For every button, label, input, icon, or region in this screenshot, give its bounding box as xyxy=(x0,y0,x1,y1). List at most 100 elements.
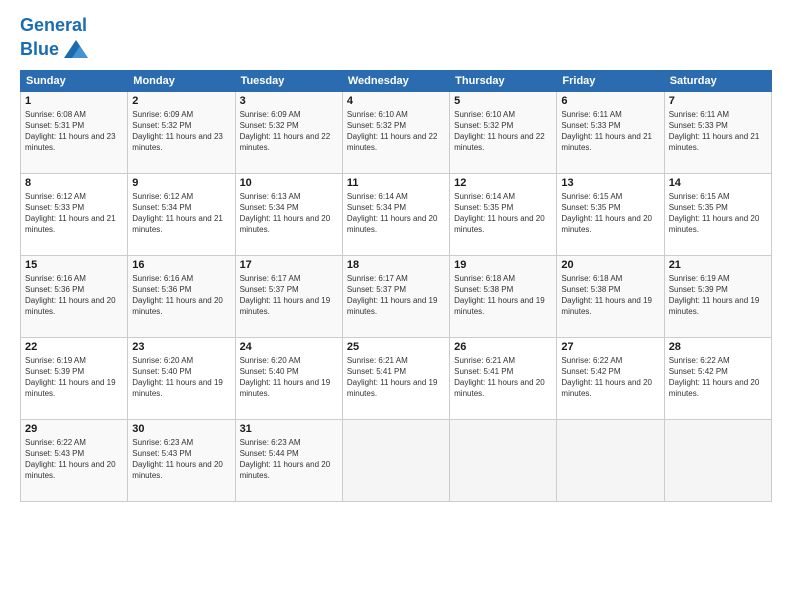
calendar-cell: 11 Sunrise: 6:14 AM Sunset: 5:34 PM Dayl… xyxy=(342,173,449,255)
daylight-label: Daylight: 11 hours and 19 minutes. xyxy=(454,296,545,316)
day-info: Sunrise: 6:23 AM Sunset: 5:43 PM Dayligh… xyxy=(132,437,230,482)
day-info: Sunrise: 6:14 AM Sunset: 5:35 PM Dayligh… xyxy=(454,191,552,236)
calendar-cell: 15 Sunrise: 6:16 AM Sunset: 5:36 PM Dayl… xyxy=(21,255,128,337)
sunset-label: Sunset: 5:40 PM xyxy=(240,367,299,376)
sunset-label: Sunset: 5:39 PM xyxy=(25,367,84,376)
daylight-label: Daylight: 11 hours and 19 minutes. xyxy=(347,296,438,316)
day-number: 22 xyxy=(25,341,123,353)
sunset-label: Sunset: 5:34 PM xyxy=(347,203,406,212)
sunrise-label: Sunrise: 6:10 AM xyxy=(347,110,408,119)
sunset-label: Sunset: 5:36 PM xyxy=(132,285,191,294)
calendar-cell xyxy=(664,419,771,501)
sunset-label: Sunset: 5:32 PM xyxy=(240,121,299,130)
day-info: Sunrise: 6:08 AM Sunset: 5:31 PM Dayligh… xyxy=(25,109,123,154)
day-info: Sunrise: 6:17 AM Sunset: 5:37 PM Dayligh… xyxy=(240,273,338,318)
daylight-label: Daylight: 11 hours and 20 minutes. xyxy=(454,214,545,234)
daylight-label: Daylight: 11 hours and 23 minutes. xyxy=(25,132,116,152)
calendar-cell: 25 Sunrise: 6:21 AM Sunset: 5:41 PM Dayl… xyxy=(342,337,449,419)
day-info: Sunrise: 6:18 AM Sunset: 5:38 PM Dayligh… xyxy=(454,273,552,318)
weekday-header-saturday: Saturday xyxy=(664,70,771,91)
sunrise-label: Sunrise: 6:20 AM xyxy=(132,356,193,365)
calendar-cell: 21 Sunrise: 6:19 AM Sunset: 5:39 PM Dayl… xyxy=(664,255,771,337)
day-info: Sunrise: 6:18 AM Sunset: 5:38 PM Dayligh… xyxy=(561,273,659,318)
calendar-cell: 16 Sunrise: 6:16 AM Sunset: 5:36 PM Dayl… xyxy=(128,255,235,337)
sunset-label: Sunset: 5:35 PM xyxy=(561,203,620,212)
calendar-cell: 2 Sunrise: 6:09 AM Sunset: 5:32 PM Dayli… xyxy=(128,91,235,173)
day-info: Sunrise: 6:15 AM Sunset: 5:35 PM Dayligh… xyxy=(561,191,659,236)
daylight-label: Daylight: 11 hours and 19 minutes. xyxy=(240,378,331,398)
day-info: Sunrise: 6:10 AM Sunset: 5:32 PM Dayligh… xyxy=(454,109,552,154)
daylight-label: Daylight: 11 hours and 19 minutes. xyxy=(347,378,438,398)
sunset-label: Sunset: 5:37 PM xyxy=(240,285,299,294)
sunrise-label: Sunrise: 6:23 AM xyxy=(132,438,193,447)
calendar-cell: 27 Sunrise: 6:22 AM Sunset: 5:42 PM Dayl… xyxy=(557,337,664,419)
day-info: Sunrise: 6:16 AM Sunset: 5:36 PM Dayligh… xyxy=(25,273,123,318)
day-number: 25 xyxy=(347,341,445,353)
day-info: Sunrise: 6:21 AM Sunset: 5:41 PM Dayligh… xyxy=(454,355,552,400)
sunrise-label: Sunrise: 6:18 AM xyxy=(454,274,515,283)
day-number: 23 xyxy=(132,341,230,353)
sunset-label: Sunset: 5:33 PM xyxy=(25,203,84,212)
calendar-week-1: 1 Sunrise: 6:08 AM Sunset: 5:31 PM Dayli… xyxy=(21,91,772,173)
sunrise-label: Sunrise: 6:15 AM xyxy=(669,192,730,201)
day-number: 28 xyxy=(669,341,767,353)
calendar-cell: 6 Sunrise: 6:11 AM Sunset: 5:33 PM Dayli… xyxy=(557,91,664,173)
sunrise-label: Sunrise: 6:21 AM xyxy=(454,356,515,365)
logo: General Blue xyxy=(20,16,90,64)
daylight-label: Daylight: 11 hours and 23 minutes. xyxy=(132,132,223,152)
sunrise-label: Sunrise: 6:16 AM xyxy=(25,274,86,283)
calendar-cell: 13 Sunrise: 6:15 AM Sunset: 5:35 PM Dayl… xyxy=(557,173,664,255)
day-info: Sunrise: 6:09 AM Sunset: 5:32 PM Dayligh… xyxy=(132,109,230,154)
day-number: 3 xyxy=(240,95,338,107)
logo-text: General xyxy=(20,16,90,36)
calendar-cell: 10 Sunrise: 6:13 AM Sunset: 5:34 PM Dayl… xyxy=(235,173,342,255)
calendar-cell: 19 Sunrise: 6:18 AM Sunset: 5:38 PM Dayl… xyxy=(450,255,557,337)
daylight-label: Daylight: 11 hours and 21 minutes. xyxy=(132,214,223,234)
logo-icon xyxy=(62,36,90,64)
calendar-cell: 3 Sunrise: 6:09 AM Sunset: 5:32 PM Dayli… xyxy=(235,91,342,173)
calendar-week-4: 22 Sunrise: 6:19 AM Sunset: 5:39 PM Dayl… xyxy=(21,337,772,419)
calendar-cell: 8 Sunrise: 6:12 AM Sunset: 5:33 PM Dayli… xyxy=(21,173,128,255)
sunset-label: Sunset: 5:37 PM xyxy=(347,285,406,294)
calendar-cell: 18 Sunrise: 6:17 AM Sunset: 5:37 PM Dayl… xyxy=(342,255,449,337)
weekday-header-wednesday: Wednesday xyxy=(342,70,449,91)
calendar-cell: 24 Sunrise: 6:20 AM Sunset: 5:40 PM Dayl… xyxy=(235,337,342,419)
daylight-label: Daylight: 11 hours and 20 minutes. xyxy=(132,460,223,480)
day-info: Sunrise: 6:22 AM Sunset: 5:43 PM Dayligh… xyxy=(25,437,123,482)
sunset-label: Sunset: 5:35 PM xyxy=(669,203,728,212)
daylight-label: Daylight: 11 hours and 20 minutes. xyxy=(454,378,545,398)
calendar-week-5: 29 Sunrise: 6:22 AM Sunset: 5:43 PM Dayl… xyxy=(21,419,772,501)
sunrise-label: Sunrise: 6:14 AM xyxy=(347,192,408,201)
calendar-cell: 22 Sunrise: 6:19 AM Sunset: 5:39 PM Dayl… xyxy=(21,337,128,419)
sunrise-label: Sunrise: 6:17 AM xyxy=(240,274,301,283)
sunset-label: Sunset: 5:34 PM xyxy=(132,203,191,212)
sunrise-label: Sunrise: 6:17 AM xyxy=(347,274,408,283)
day-info: Sunrise: 6:12 AM Sunset: 5:33 PM Dayligh… xyxy=(25,191,123,236)
day-number: 14 xyxy=(669,177,767,189)
calendar-cell xyxy=(342,419,449,501)
sunset-label: Sunset: 5:32 PM xyxy=(347,121,406,130)
day-number: 10 xyxy=(240,177,338,189)
page-header: General Blue xyxy=(20,16,772,64)
day-number: 31 xyxy=(240,423,338,435)
daylight-label: Daylight: 11 hours and 22 minutes. xyxy=(347,132,438,152)
daylight-label: Daylight: 11 hours and 20 minutes. xyxy=(25,460,116,480)
sunrise-label: Sunrise: 6:22 AM xyxy=(561,356,622,365)
sunrise-label: Sunrise: 6:22 AM xyxy=(25,438,86,447)
daylight-label: Daylight: 11 hours and 22 minutes. xyxy=(240,132,331,152)
calendar-cell: 1 Sunrise: 6:08 AM Sunset: 5:31 PM Dayli… xyxy=(21,91,128,173)
day-info: Sunrise: 6:19 AM Sunset: 5:39 PM Dayligh… xyxy=(669,273,767,318)
day-number: 2 xyxy=(132,95,230,107)
day-number: 29 xyxy=(25,423,123,435)
sunrise-label: Sunrise: 6:09 AM xyxy=(240,110,301,119)
day-number: 7 xyxy=(669,95,767,107)
sunset-label: Sunset: 5:31 PM xyxy=(25,121,84,130)
daylight-label: Daylight: 11 hours and 22 minutes. xyxy=(454,132,545,152)
daylight-label: Daylight: 11 hours and 21 minutes. xyxy=(25,214,116,234)
day-info: Sunrise: 6:20 AM Sunset: 5:40 PM Dayligh… xyxy=(132,355,230,400)
daylight-label: Daylight: 11 hours and 19 minutes. xyxy=(240,296,331,316)
sunset-label: Sunset: 5:39 PM xyxy=(669,285,728,294)
sunrise-label: Sunrise: 6:08 AM xyxy=(25,110,86,119)
day-number: 13 xyxy=(561,177,659,189)
sunrise-label: Sunrise: 6:09 AM xyxy=(132,110,193,119)
